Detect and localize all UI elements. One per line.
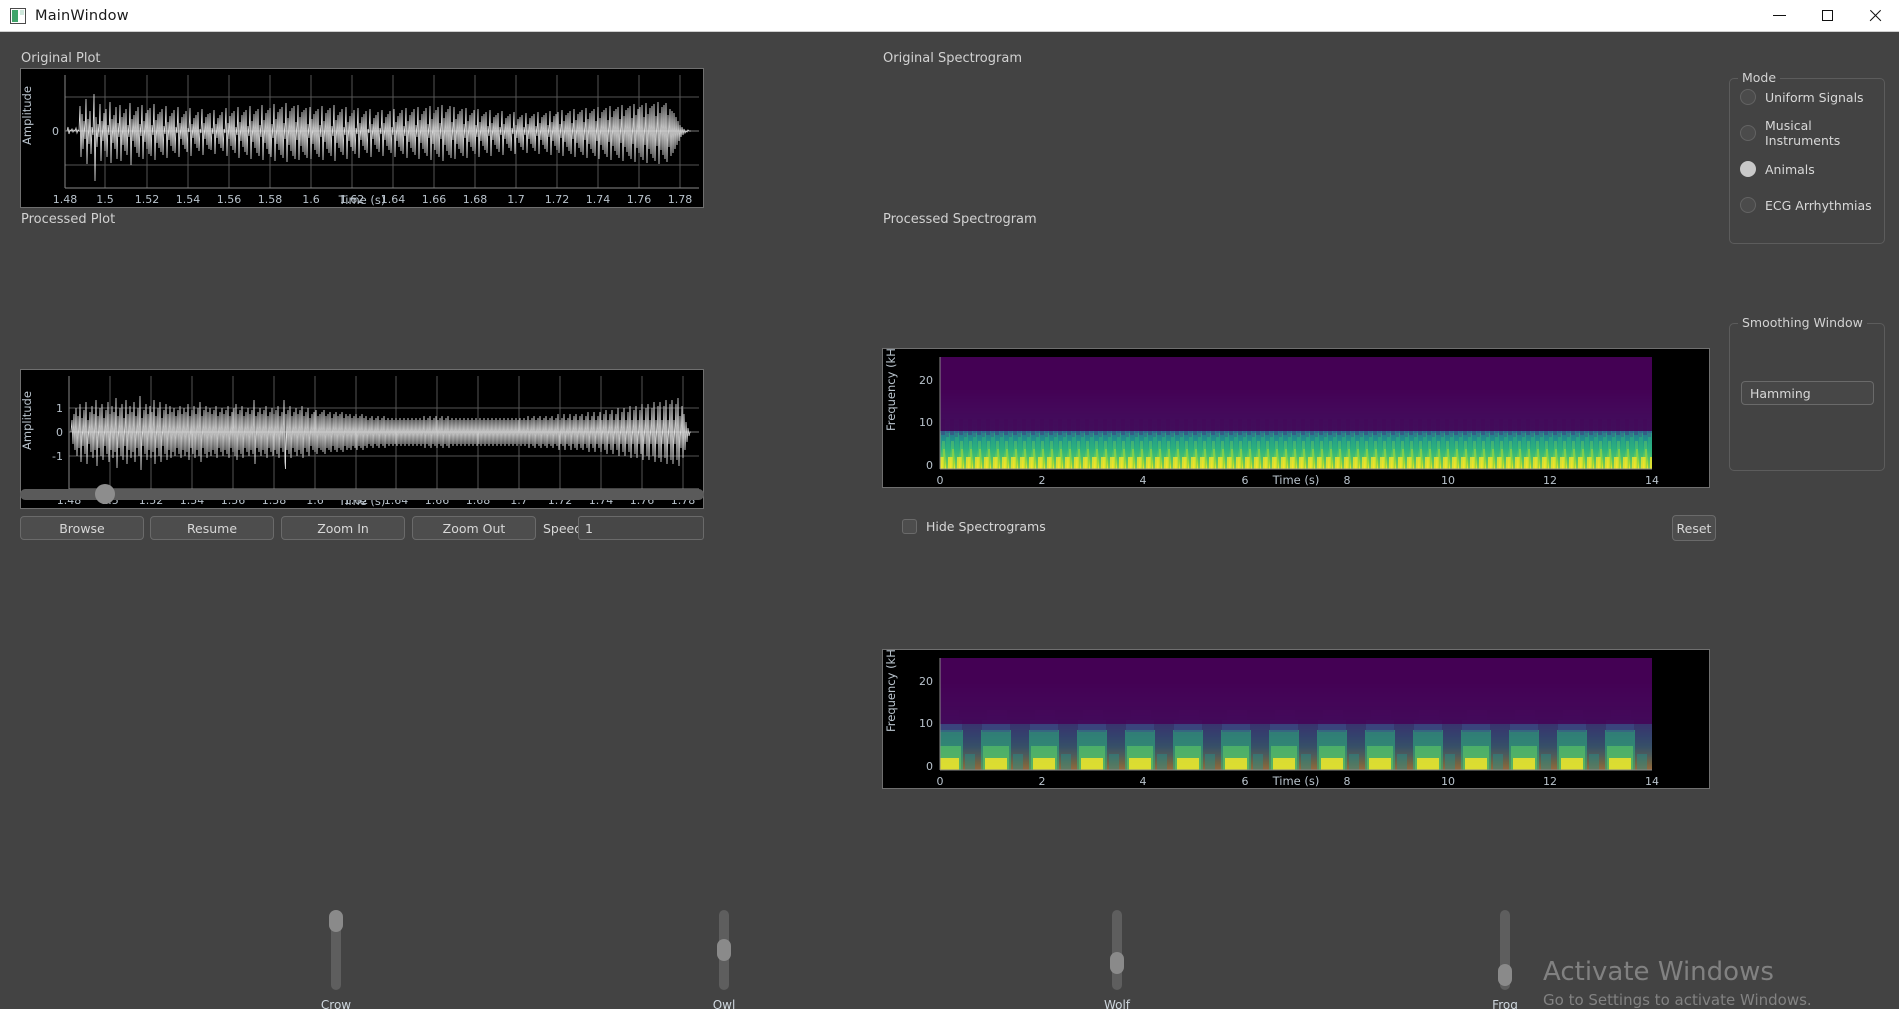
processed-spectrogram-label: Processed Spectrogram — [883, 212, 1037, 227]
slider-label: Crow — [320, 998, 352, 1009]
processed-spectrogram-ylabel: Frequency (kHz) — [884, 650, 898, 732]
mode-option-label: Animals — [1765, 161, 1815, 177]
original-plot-xlabel: Time (s) — [338, 193, 386, 207]
processed-plot-yticks: 1 0 -1 — [52, 402, 63, 463]
close-icon — [1868, 9, 1882, 23]
processed-spectrogram[interactable]: Frequency (kHz) 20 10 0 0 2 4 6 8 10 12 … — [882, 649, 1710, 789]
slider-handle[interactable] — [1110, 952, 1124, 974]
radio-icon — [1740, 89, 1756, 105]
scrubber-handle[interactable] — [95, 484, 115, 504]
original-spectrogram[interactable]: Frequency (kHz) 20 10 0 0 2 4 6 8 10 12 … — [882, 348, 1710, 488]
processed-spectrogram-xlabel: Time (s) — [1272, 774, 1320, 788]
mode-option-label: ECG Arrhythmias — [1765, 197, 1872, 213]
svg-text:20: 20 — [919, 675, 933, 688]
original-plot-canvas: Amplitude 0 1.48 1.5 1.52 1.54 1.56 1.58… — [21, 75, 699, 206]
original-spectrogram-ylabel: Frequency (kHz) — [884, 349, 898, 431]
app-body: Original Plot Amplitude 0 1.48 1.5 1.52 … — [0, 32, 1899, 1009]
playback-scrubber[interactable] — [20, 484, 704, 504]
smoothing-window-title: Smoothing Window — [1738, 315, 1867, 330]
mode-group-title: Mode — [1738, 70, 1781, 85]
title-bar: MainWindow — [0, 0, 1899, 32]
reset-button[interactable]: Reset — [1672, 515, 1716, 541]
svg-text:10: 10 — [919, 717, 933, 730]
hide-spectrograms-label: Hide Spectrograms — [926, 519, 1046, 534]
app-icon — [10, 7, 26, 24]
speed-input[interactable] — [578, 516, 704, 540]
radio-icon-selected — [1740, 161, 1756, 177]
processed-plot-waveform — [70, 395, 691, 471]
hide-spectrograms-checkbox[interactable]: Hide Spectrograms — [902, 519, 1046, 534]
slider-owl[interactable]: Owl — [704, 910, 744, 1009]
slider-frog[interactable]: Frog — [1485, 910, 1525, 1009]
radio-icon — [1740, 197, 1756, 213]
mode-option-ecg-arrhythmias[interactable]: ECG Arrhythmias — [1730, 187, 1884, 223]
mode-option-label: Musical Instruments — [1765, 118, 1841, 148]
svg-text:0: 0 — [56, 426, 63, 439]
mode-option-label: Uniform Signals — [1765, 89, 1864, 105]
maximize-icon — [1821, 10, 1833, 21]
scrubber-track[interactable] — [20, 489, 704, 500]
close-button[interactable] — [1851, 0, 1899, 32]
browse-button[interactable]: Browse — [20, 516, 144, 540]
slider-handle[interactable] — [1498, 964, 1512, 986]
speed-label: Speed — [543, 521, 583, 536]
resume-button[interactable]: Resume — [150, 516, 274, 540]
zoom-out-button[interactable]: Zoom Out — [412, 516, 536, 540]
slider-label: Owl — [712, 998, 736, 1009]
slider-track[interactable] — [1112, 910, 1122, 990]
smoothing-window-select[interactable]: Hamming — [1741, 381, 1874, 405]
watermark-title: Activate Windows — [1543, 957, 1774, 987]
mode-option-musical-instruments[interactable]: Musical Instruments — [1730, 115, 1884, 151]
zoom-in-button[interactable]: Zoom In — [281, 516, 405, 540]
slider-crow[interactable]: Crow — [316, 910, 356, 1009]
original-plot[interactable]: Amplitude 0 1.48 1.5 1.52 1.54 1.56 1.58… — [20, 68, 704, 208]
original-plot-ylabel: Amplitude — [21, 86, 34, 145]
svg-text:20: 20 — [919, 374, 933, 387]
processed-plot-label: Processed Plot — [21, 212, 116, 227]
minimize-button[interactable] — [1755, 0, 1803, 32]
slider-handle[interactable] — [329, 910, 343, 932]
svg-text:1: 1 — [56, 402, 63, 415]
original-plot-label: Original Plot — [21, 51, 101, 66]
watermark-subtitle: Go to Settings to activate Windows. — [1543, 991, 1812, 1009]
original-spectrogram-xlabel: Time (s) — [1272, 473, 1320, 487]
maximize-button[interactable] — [1803, 0, 1851, 32]
slider-handle[interactable] — [717, 939, 731, 961]
activate-windows-watermark: Activate Windows Go to Settings to activ… — [1543, 957, 1812, 1009]
radio-icon — [1740, 125, 1756, 141]
svg-text:10: 10 — [919, 416, 933, 429]
mode-option-animals[interactable]: Animals — [1730, 151, 1884, 187]
checkbox-icon — [902, 519, 917, 534]
mode-group: Mode Uniform Signals Musical Instruments… — [1729, 70, 1885, 244]
slider-wolf[interactable]: Wolf — [1097, 910, 1137, 1009]
original-spectrogram-label: Original Spectrogram — [883, 51, 1022, 66]
svg-text:-1: -1 — [52, 450, 63, 463]
original-spectrogram-canvas: Frequency (kHz) 20 10 0 0 2 4 6 8 10 12 … — [883, 349, 1709, 487]
y-tick: 0 — [52, 125, 59, 138]
slider-label: Frog — [1492, 998, 1518, 1009]
original-plot-waveform — [66, 93, 691, 182]
processed-spectrogram-canvas: Frequency (kHz) 20 10 0 0 2 4 6 8 10 12 … — [883, 650, 1709, 788]
window-title: MainWindow — [35, 7, 129, 24]
minimize-icon — [1772, 14, 1786, 17]
smoothing-window-group: Smoothing Window Hamming — [1729, 315, 1885, 471]
processed-plot-ylabel: Amplitude — [21, 391, 34, 450]
slider-label: Wolf — [1103, 998, 1131, 1009]
